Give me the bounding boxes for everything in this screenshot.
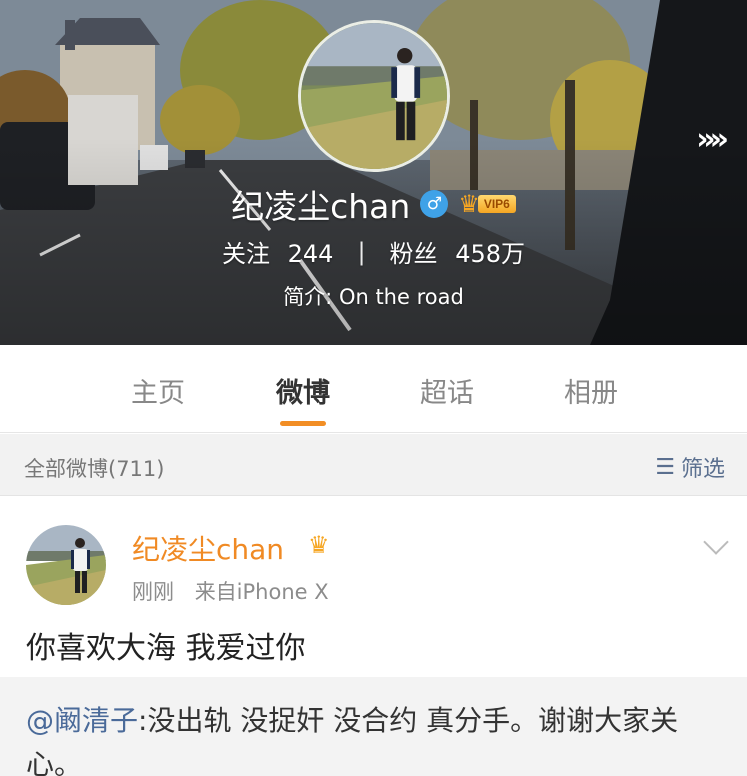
followers-label: 粉丝 <box>389 240 438 268</box>
repost-text-block: @阚清子:没出轨 没捉奸 没合约 真分手。谢谢大家关心。 <box>26 699 721 776</box>
stats-separator: | <box>357 237 366 266</box>
filter-label: 筛选 <box>680 457 725 482</box>
tab-weibo[interactable]: 微博 <box>243 371 363 410</box>
tab-album[interactable]: 相册 <box>531 371 651 410</box>
profile-avatar[interactable] <box>298 20 450 172</box>
all-posts-count: 全部微博(711) <box>24 457 165 481</box>
followers-count: 458万 <box>455 240 525 268</box>
post-time: 刚刚 <box>132 580 174 604</box>
vip-level-label: VIP6 <box>477 195 516 213</box>
profile-cover: »» 纪凌尘chan ♂ ♛ VIP6 关注 244 | 粉丝 458万 简介:… <box>0 0 747 345</box>
post-avatar-photo <box>26 525 106 605</box>
profile-name-row: 纪凌尘chan ♂ ♛ VIP6 <box>0 180 747 228</box>
vip-crown-icon: ♛ <box>308 531 330 559</box>
repost-mention-link[interactable]: @阚清子 <box>26 704 138 737</box>
following-count: 244 <box>287 240 334 268</box>
filter-button[interactable]: ☰ 筛选 <box>655 451 725 483</box>
post-author-name[interactable]: 纪凌尘chan <box>132 528 284 568</box>
weibo-post: 纪凌尘chan ♛ 刚刚 来自iPhone X 你喜欢大海 我爱过你 @阚清子:… <box>0 497 747 776</box>
more-arrows-icon[interactable]: »» <box>696 122 729 157</box>
chevron-down-icon[interactable] <box>703 529 729 555</box>
profile-bio: 简介: On the road <box>283 285 464 309</box>
profile-stats: 关注 244 | 粉丝 458万 <box>0 234 747 269</box>
profile-name: 纪凌尘chan <box>231 187 411 226</box>
male-gender-icon: ♂ <box>420 190 449 218</box>
post-source: 来自iPhone X <box>194 580 329 604</box>
tab-super-topic[interactable]: 超话 <box>387 371 507 410</box>
filter-bar: 全部微博(711) ☰ 筛选 <box>0 434 747 496</box>
active-tab-indicator <box>280 421 326 426</box>
avatar-photo <box>301 23 447 169</box>
filter-icon: ☰ <box>655 454 675 480</box>
post-text: 你喜欢大海 我爱过你 <box>26 631 306 666</box>
following-label: 关注 <box>222 240 270 268</box>
post-meta: 刚刚 来自iPhone X <box>132 576 329 606</box>
tab-home[interactable]: 主页 <box>98 371 218 410</box>
vip-badge[interactable]: ♛ VIP6 <box>458 192 516 216</box>
followers-stat[interactable]: 粉丝 458万 <box>390 234 525 269</box>
following-stat[interactable]: 关注 244 <box>222 234 333 269</box>
post-author-avatar[interactable] <box>26 525 106 605</box>
profile-tabs: 主页 微博 超话 相册 <box>0 345 747 433</box>
reposted-content[interactable]: @阚清子:没出轨 没捉奸 没合约 真分手。谢谢大家关心。 <box>0 677 747 776</box>
crown-icon: ♛ <box>458 190 480 218</box>
